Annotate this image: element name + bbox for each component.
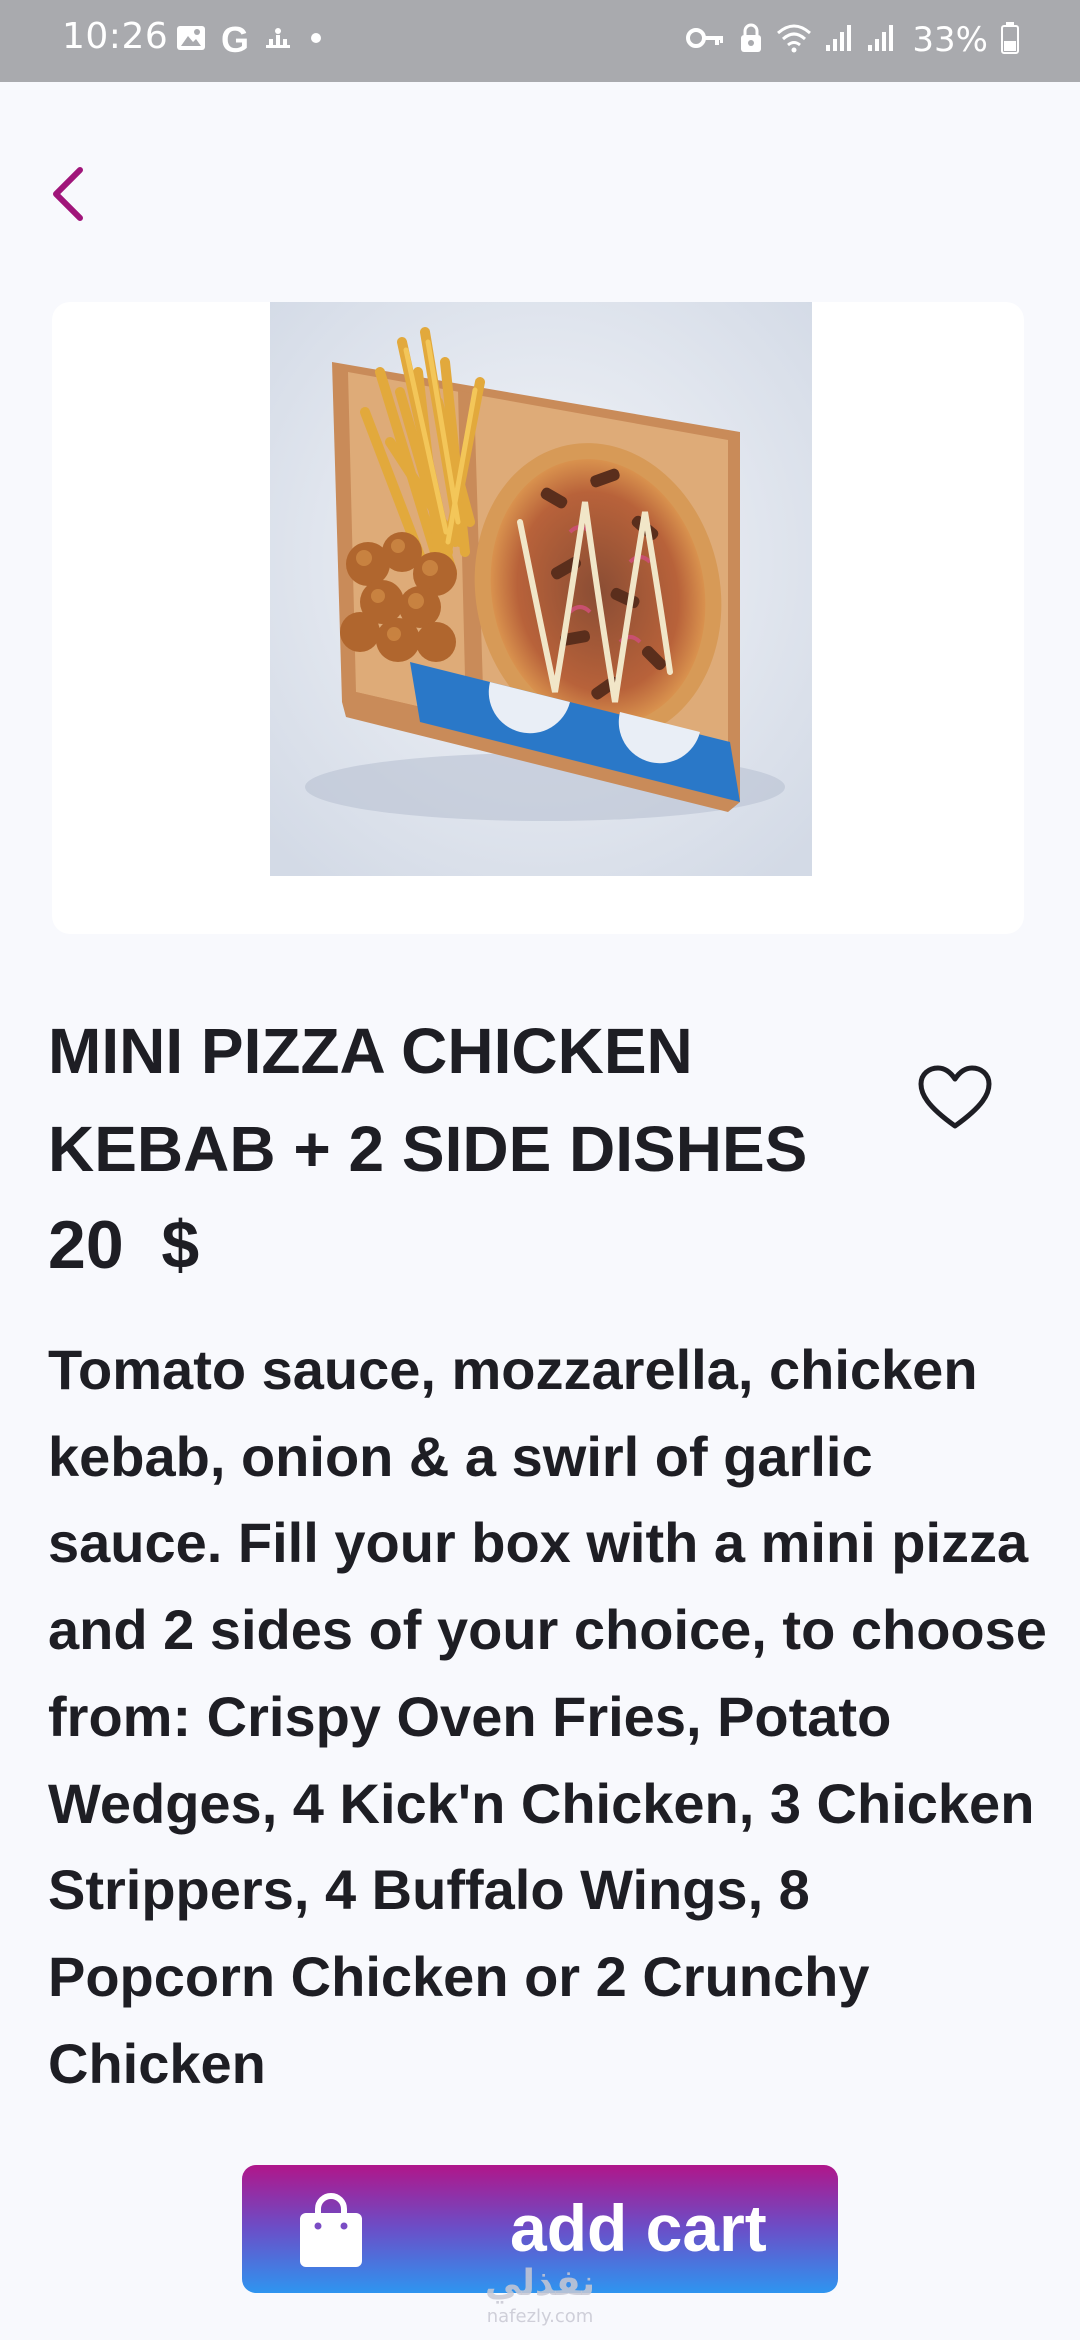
shopping-bag-icon <box>300 2193 362 2267</box>
product-image <box>270 302 812 876</box>
add-cart-label: add cart <box>510 2191 767 2265</box>
battery-percentage: 33% <box>912 20 988 60</box>
lock-icon <box>738 22 764 58</box>
chevron-left-icon <box>48 164 88 228</box>
signal-icon <box>824 23 854 57</box>
google-icon: G <box>221 19 250 60</box>
status-notification-icons: G <box>175 20 325 60</box>
favorite-button[interactable] <box>912 1060 998 1138</box>
product-image-card <box>52 302 1024 934</box>
weather-icon <box>263 23 293 57</box>
status-system-icons: 33% <box>686 20 1020 60</box>
product-price: 20 $ <box>48 1207 200 1283</box>
battery-icon <box>1000 21 1020 59</box>
signal-icon <box>866 23 896 57</box>
heart-outline-icon <box>917 1064 993 1134</box>
back-button[interactable] <box>38 160 98 232</box>
product-title: MINI PIZZA CHICKEN KEBAB + 2 SIDE DISHES <box>48 1015 808 1185</box>
image-icon <box>175 23 207 57</box>
watermark-latin: nafezly.com <box>486 2306 594 2327</box>
wifi-icon <box>776 23 812 57</box>
status-time: 10:26 <box>62 16 169 57</box>
dot-icon <box>307 29 325 51</box>
key-icon <box>686 26 726 54</box>
status-bar: 10:26 G 33% <box>0 0 1080 82</box>
add-cart-button[interactable]: add cart <box>242 2165 838 2293</box>
product-description: Tomato sauce, mozzarella, chicken kebab,… <box>48 1338 1047 2095</box>
